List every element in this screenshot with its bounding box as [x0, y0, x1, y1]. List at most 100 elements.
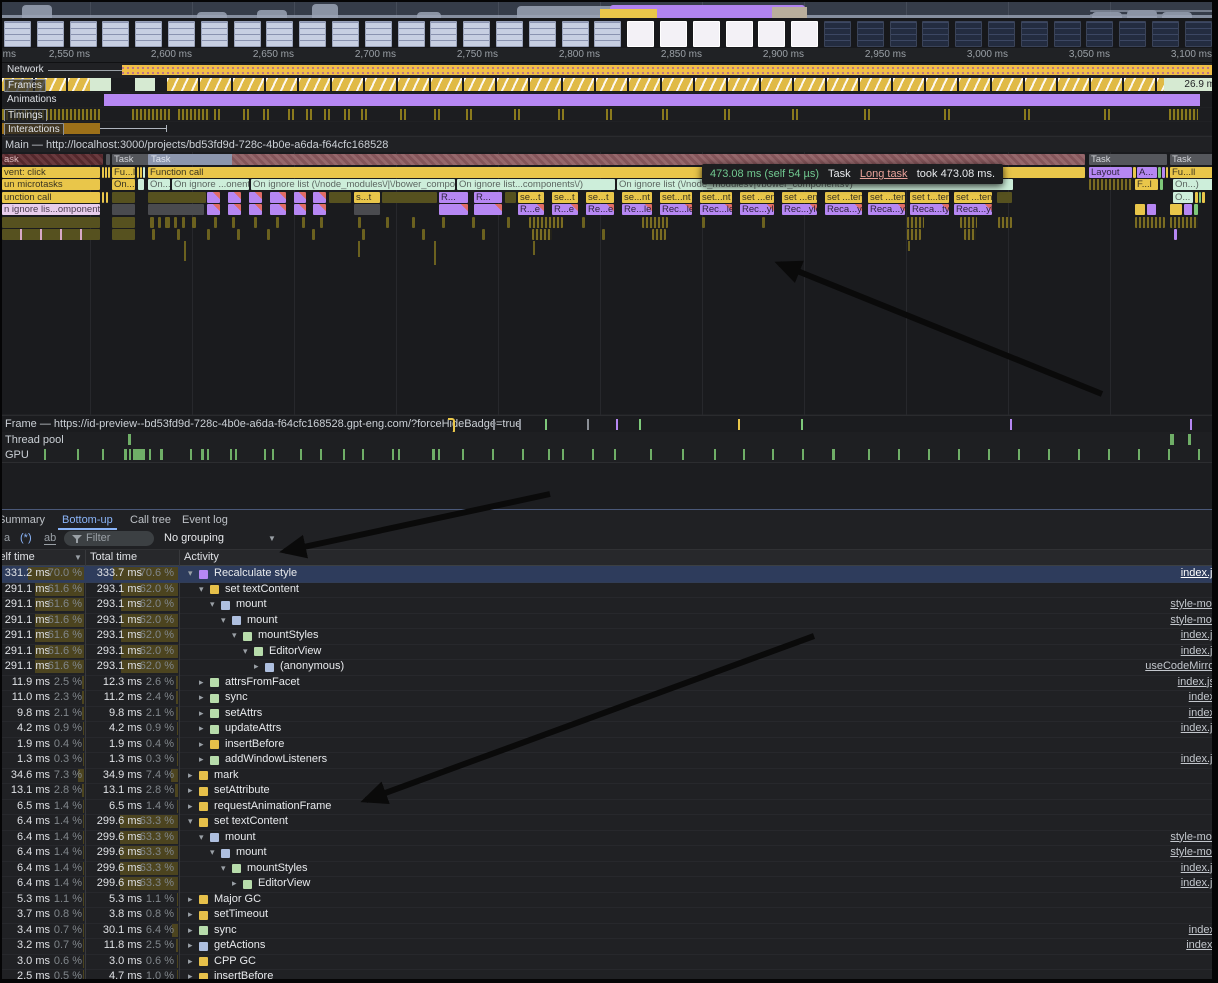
- flame-bar[interactable]: [254, 217, 257, 228]
- flame-bar[interactable]: [1147, 204, 1156, 215]
- flame-bar[interactable]: [249, 204, 262, 215]
- table-row[interactable]: 291.1 ms61.6 %293.1 ms62.0 %▸(anonymous)…: [2, 659, 1212, 676]
- frame-partial-block[interactable]: [629, 78, 660, 91]
- frame-partial-block[interactable]: [596, 78, 627, 91]
- flame-bar[interactable]: [313, 192, 326, 203]
- filmstrip-screenshot[interactable]: [70, 21, 97, 47]
- filmstrip-screenshot[interactable]: [726, 21, 753, 47]
- table-row[interactable]: 13.1 ms2.8 %13.1 ms2.8 %▸setAttribute: [2, 783, 1212, 800]
- expander-icon[interactable]: ▾: [221, 861, 226, 877]
- table-row[interactable]: 6.4 ms1.4 %299.6 ms63.3 %▾set textConten…: [2, 814, 1212, 831]
- regex-icon[interactable]: (*): [20, 532, 32, 544]
- flame-bar[interactable]: [294, 204, 306, 215]
- flame-bar[interactable]: [1174, 229, 1177, 240]
- source-link[interactable]: index.j: [1186, 938, 1212, 954]
- flame-bar[interactable]: [294, 192, 306, 203]
- flame-bar[interactable]: [1166, 167, 1168, 178]
- expander-icon[interactable]: ▸: [232, 876, 237, 892]
- flame-bar[interactable]: [907, 229, 921, 240]
- table-row[interactable]: 6.4 ms1.4 %299.6 ms63.3 %▾mountstyle-mod: [2, 830, 1212, 847]
- flame-bar[interactable]: On ignore ...onents\/): [172, 179, 249, 190]
- source-link[interactable]: useCodeMirror: [1145, 659, 1212, 675]
- table-row[interactable]: 291.1 ms61.6 %293.1 ms62.0 %▾mountstyle-…: [2, 597, 1212, 614]
- animation-bar[interactable]: [104, 94, 1200, 106]
- timing-marker-cluster[interactable]: [132, 109, 170, 120]
- flame-bar[interactable]: [582, 217, 585, 228]
- filmstrip-screenshot[interactable]: [1152, 21, 1179, 47]
- flame-bar[interactable]: [529, 217, 563, 228]
- flame-bar[interactable]: [1162, 167, 1165, 178]
- timing-marker[interactable]: [214, 109, 220, 120]
- flame-bar[interactable]: [505, 192, 516, 203]
- network-requests-bar[interactable]: [122, 65, 1212, 75]
- frame-partial-block[interactable]: [398, 78, 429, 91]
- flame-bar[interactable]: [112, 204, 135, 215]
- timing-marker[interactable]: [606, 109, 612, 120]
- timing-marker[interactable]: [466, 109, 472, 120]
- filmstrip-screenshot[interactable]: [332, 21, 359, 47]
- flame-bar[interactable]: [174, 217, 177, 228]
- flame-bar[interactable]: [1199, 192, 1201, 203]
- flame-bar[interactable]: un microtasks: [2, 179, 100, 190]
- flame-bar[interactable]: [270, 204, 286, 215]
- expander-icon[interactable]: ▾: [199, 582, 204, 598]
- flame-bar[interactable]: Rec...le: [700, 204, 732, 215]
- flame-bar[interactable]: A...: [1137, 167, 1157, 178]
- flame-bar[interactable]: [472, 217, 475, 228]
- table-row[interactable]: 6.4 ms1.4 %299.6 ms63.3 %▾mountstyle-mod: [2, 845, 1212, 862]
- timing-marker[interactable]: [288, 109, 294, 120]
- flame-bar[interactable]: [907, 217, 924, 228]
- frame-partial-block[interactable]: [1091, 78, 1122, 91]
- timing-marker[interactable]: [306, 109, 312, 120]
- filmstrip-screenshot[interactable]: [529, 21, 556, 47]
- flame-bar[interactable]: [108, 167, 110, 178]
- frame-ok-block[interactable]: [135, 78, 155, 91]
- flame-bar[interactable]: se...t: [552, 192, 578, 203]
- flame-bar[interactable]: Re...e: [586, 204, 614, 215]
- flame-bar[interactable]: [1135, 217, 1165, 228]
- flame-bar[interactable]: [652, 229, 666, 240]
- flame-bar[interactable]: On ignore list...components\/): [457, 179, 615, 190]
- scroll-indicator[interactable]: [1090, 10, 1212, 12]
- filmstrip-screenshot[interactable]: [398, 21, 425, 47]
- table-row[interactable]: 291.1 ms61.6 %293.1 ms62.0 %▾mountstyle-…: [2, 613, 1212, 630]
- frame-partial-block[interactable]: [827, 78, 858, 91]
- main-thread-section[interactable]: Main — http://localhost:3000/projects/bd…: [2, 136, 1212, 153]
- filmstrip-screenshot[interactable]: [1185, 21, 1212, 47]
- flame-bar[interactable]: [165, 217, 170, 228]
- timing-marker[interactable]: [514, 109, 520, 120]
- grouping-dropdown-icon[interactable]: ▼: [268, 534, 276, 543]
- expander-icon[interactable]: ▾: [188, 566, 193, 582]
- self-time-header[interactable]: Self time: [2, 551, 35, 563]
- flame-bar[interactable]: set ...tent: [954, 192, 992, 203]
- timing-marker[interactable]: [558, 109, 564, 120]
- flame-bar[interactable]: [358, 217, 361, 228]
- filmstrip-screenshot[interactable]: [135, 21, 162, 47]
- frame-partial-block[interactable]: [365, 78, 396, 91]
- expander-icon[interactable]: ▸: [199, 675, 204, 691]
- flame-bar[interactable]: Reca...yle: [954, 204, 992, 215]
- filmstrip-screenshot[interactable]: [496, 21, 523, 47]
- tab-call-tree[interactable]: Call tree: [126, 512, 175, 528]
- expander-icon[interactable]: ▸: [188, 799, 193, 815]
- expander-icon[interactable]: ▸: [199, 737, 204, 753]
- flame-bar[interactable]: s...t: [354, 192, 380, 203]
- flame-bar[interactable]: set ...tent: [825, 192, 862, 203]
- timing-marker[interactable]: [864, 109, 870, 120]
- flame-bar[interactable]: [532, 229, 552, 240]
- flame-bar[interactable]: [474, 204, 502, 215]
- flame-bar[interactable]: n ignore lis...omponents\/): [2, 204, 100, 215]
- tooltip-long-task-link[interactable]: Long task: [860, 168, 908, 180]
- frame-partial-block[interactable]: [167, 78, 198, 91]
- flame-bar[interactable]: [276, 217, 279, 228]
- expander-icon[interactable]: ▸: [188, 923, 193, 939]
- flame-bar[interactable]: [442, 217, 445, 228]
- filmstrip-screenshot[interactable]: [463, 21, 490, 47]
- expander-icon[interactable]: ▾: [210, 597, 215, 613]
- source-link[interactable]: index.: [1189, 923, 1212, 939]
- flame-bar[interactable]: [102, 167, 104, 178]
- table-row[interactable]: 11.9 ms2.5 %12.3 ms2.6 %▸attrsFromFaceti…: [2, 675, 1212, 692]
- interactions-track[interactable]: Interactions: [2, 122, 1212, 135]
- flame-bar[interactable]: [998, 217, 1012, 228]
- filmstrip-screenshot[interactable]: [1054, 21, 1081, 47]
